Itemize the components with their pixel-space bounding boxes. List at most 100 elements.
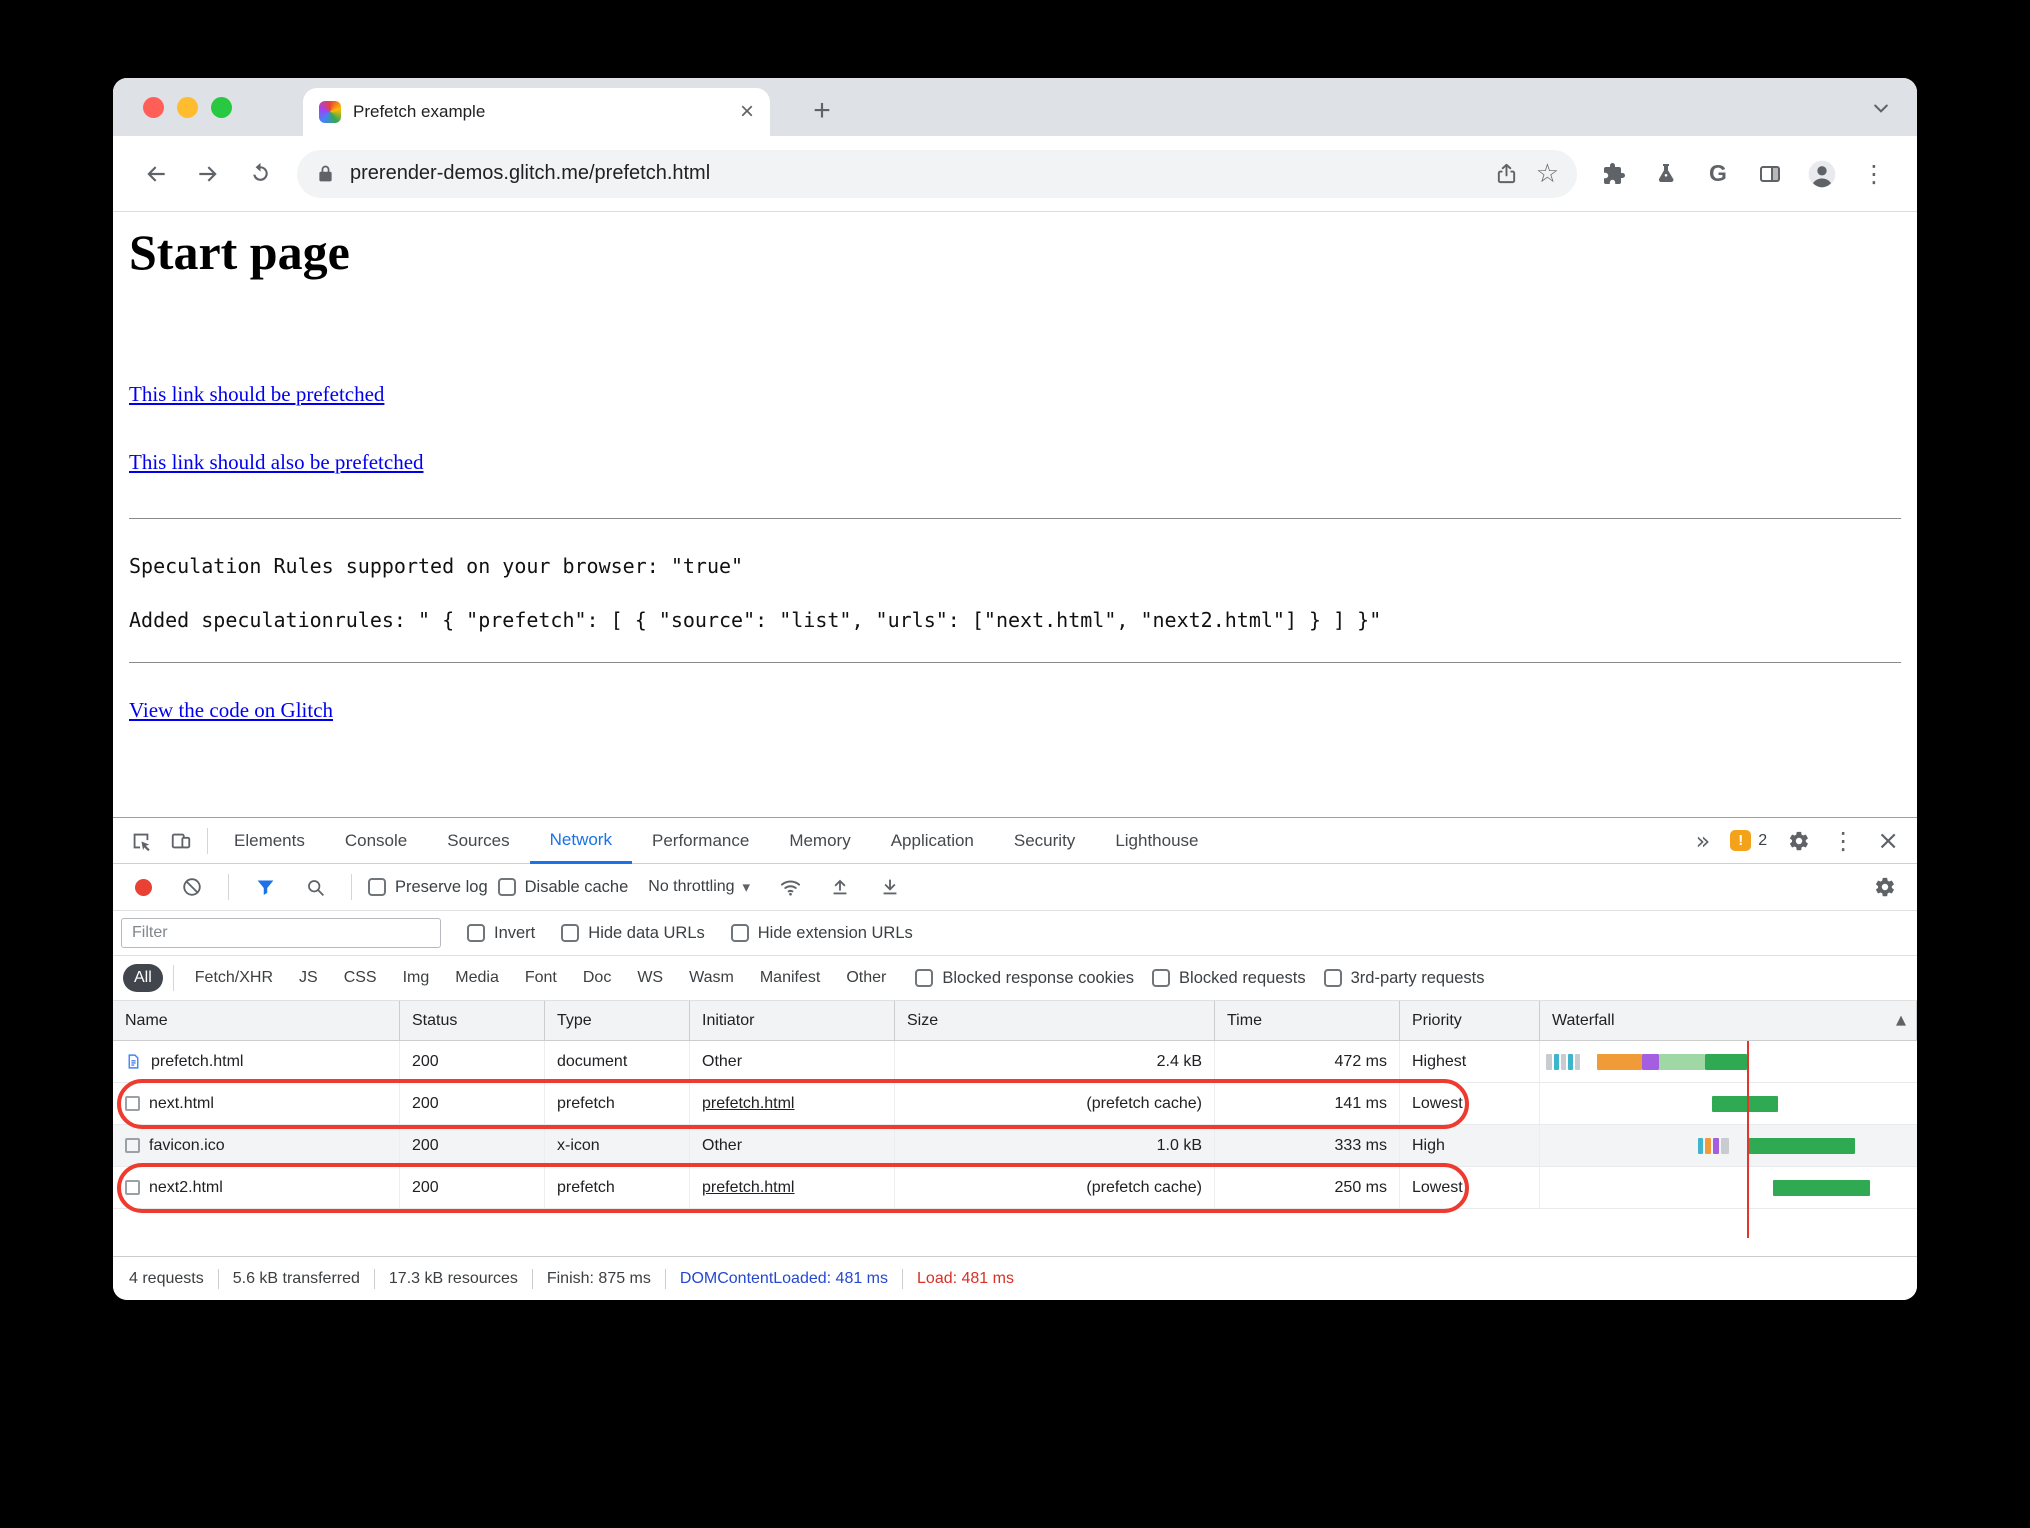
prefetch-link-1[interactable]: This link should be prefetched [129,382,384,406]
url-text[interactable]: prerender-demos.glitch.me/prefetch.html [350,162,710,185]
network-settings-gear-icon[interactable] [1865,867,1905,907]
browser-tab[interactable]: Prefetch example × [303,88,770,136]
import-har-icon[interactable] [820,867,860,907]
column-header-priority[interactable]: Priority [1400,1001,1540,1041]
extensions-puzzle-icon[interactable] [1591,151,1637,197]
table-row[interactable]: favicon.ico 200 x-icon Other 1.0 kB 333 … [113,1125,1917,1167]
chip-all[interactable]: All [123,964,163,992]
disable-cache-checkbox[interactable]: Disable cache [497,878,628,897]
column-header-time[interactable]: Time [1215,1001,1400,1041]
tab-lighthouse[interactable]: Lighthouse [1095,818,1218,864]
checkbox-icon[interactable] [1323,969,1342,987]
sort-ascending-icon[interactable]: ▲ [1896,1001,1906,1040]
column-header-size[interactable]: Size [895,1001,1215,1041]
blocked-requests-checkbox[interactable]: Blocked requests [1152,969,1306,988]
tab-console[interactable]: Console [325,818,427,864]
invert-checkbox[interactable]: Invert [467,924,535,943]
chip-doc[interactable]: Doc [572,964,622,992]
chip-font[interactable]: Font [514,964,568,992]
tab-security[interactable]: Security [994,818,1095,864]
devtools-settings-gear-icon[interactable] [1779,821,1819,861]
chip-img[interactable]: Img [392,964,441,992]
checkbox-icon[interactable] [497,878,516,896]
tab-network[interactable]: Network [529,818,632,864]
tab-search-chevron-icon[interactable] [1871,98,1891,118]
new-tab-button[interactable]: + [803,92,841,130]
address-bar[interactable]: prerender-demos.glitch.me/prefetch.html … [297,149,1577,198]
chip-manifest[interactable]: Manifest [749,964,831,992]
blocked-response-cookies-checkbox[interactable]: Blocked response cookies [915,969,1134,988]
request-name-cell[interactable]: next.html [113,1083,400,1124]
request-name: next2.html [149,1179,223,1196]
tab-sources[interactable]: Sources [427,818,529,864]
checkbox-icon[interactable] [467,924,485,942]
table-row[interactable]: next.html 200 prefetch prefetch.html (pr… [113,1083,1917,1125]
inspect-element-icon[interactable] [121,821,161,861]
profile-avatar-icon[interactable] [1799,151,1845,197]
column-header-type[interactable]: Type [545,1001,690,1041]
column-header-name[interactable]: Name [113,1001,400,1041]
issues-indicator[interactable]: ! 2 [1722,830,1775,851]
chip-wasm[interactable]: Wasm [678,964,745,992]
tab-elements[interactable]: Elements [214,818,325,864]
record-network-log-button[interactable] [135,878,152,896]
tab-close-icon[interactable]: × [740,100,754,124]
tab-performance[interactable]: Performance [632,818,769,864]
request-name-cell[interactable]: next2.html [113,1167,400,1208]
hide-extension-urls-checkbox[interactable]: Hide extension URLs [730,924,913,943]
search-icon[interactable] [295,867,335,907]
back-icon[interactable] [133,151,179,197]
filter-input[interactable] [121,918,441,948]
request-name-cell[interactable]: favicon.ico [113,1125,400,1166]
throttling-select[interactable]: No throttling ▾ [648,878,750,896]
tab-memory[interactable]: Memory [769,818,870,864]
maximize-window-button[interactable] [211,97,232,118]
share-icon[interactable] [1495,162,1518,185]
filter-funnel-icon[interactable] [245,867,285,907]
network-conditions-icon[interactable] [770,867,810,907]
devtools-tab-bar: Elements Console Sources Network Perform… [113,818,1917,864]
checkbox-icon[interactable] [1152,969,1171,987]
device-toolbar-icon[interactable] [161,821,201,861]
checkbox-icon[interactable] [368,878,386,896]
column-header-waterfall[interactable]: Waterfall ▲ [1540,1001,1917,1041]
devtools-menu-kebab-icon[interactable]: ⋮ [1823,821,1863,861]
prefetch-link-2[interactable]: This link should also be prefetched [129,450,424,474]
minimize-window-button[interactable] [177,97,198,118]
clear-network-log-icon[interactable] [172,867,212,907]
initiator-link[interactable]: prefetch.html [702,1179,794,1196]
checkbox-icon[interactable] [915,969,934,987]
devtools-close-icon[interactable]: × [1867,826,1909,856]
table-row[interactable]: prefetch.html 200 document Other 2.4 kB … [113,1041,1917,1083]
close-window-button[interactable] [143,97,164,118]
chip-fetch-xhr[interactable]: Fetch/XHR [184,964,284,992]
export-har-icon[interactable] [870,867,910,907]
glitch-code-link[interactable]: View the code on Glitch [129,698,333,722]
forward-icon[interactable] [185,151,231,197]
chip-css[interactable]: CSS [333,964,388,992]
third-party-requests-checkbox[interactable]: 3rd-party requests [1323,969,1485,988]
chip-other[interactable]: Other [835,964,897,992]
hide-data-urls-checkbox[interactable]: Hide data URLs [561,924,705,943]
browser-menu-kebab-icon[interactable]: ⋮ [1851,151,1897,197]
lock-icon[interactable] [315,163,336,184]
more-tabs-icon[interactable]: » [1688,827,1719,855]
initiator-link[interactable]: prefetch.html [702,1095,794,1112]
chip-ws[interactable]: WS [626,964,674,992]
chip-js[interactable]: JS [288,964,329,992]
reload-icon[interactable] [237,151,283,197]
column-header-initiator[interactable]: Initiator [690,1001,895,1041]
checkbox-icon[interactable] [730,924,749,942]
checkbox-icon[interactable] [561,924,580,942]
request-name-cell[interactable]: prefetch.html [113,1041,400,1082]
chip-media[interactable]: Media [444,964,510,992]
google-g-icon[interactable]: G [1695,151,1741,197]
table-row[interactable]: next2.html 200 prefetch prefetch.html (p… [113,1167,1917,1209]
tab-application[interactable]: Application [871,818,994,864]
beaker-icon[interactable] [1643,151,1689,197]
column-header-status[interactable]: Status [400,1001,545,1041]
side-panel-icon[interactable] [1747,151,1793,197]
invert-label: Invert [494,923,536,942]
bookmark-star-icon[interactable]: ☆ [1536,159,1559,189]
preserve-log-checkbox[interactable]: Preserve log [368,878,488,897]
